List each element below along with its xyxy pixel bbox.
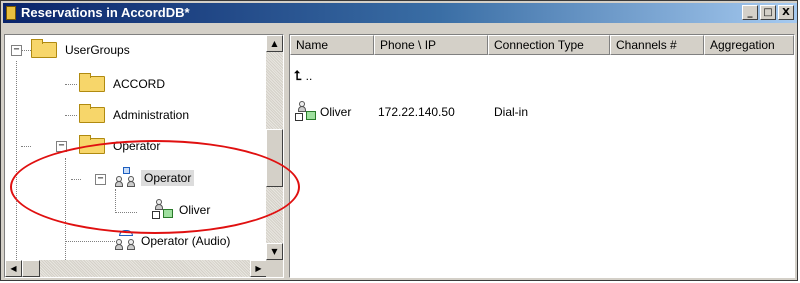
tree-line [65, 241, 115, 242]
maximize-button[interactable]: □ [760, 5, 776, 20]
tree-vertical-scrollbar[interactable]: ▲ ▼ [266, 35, 283, 260]
scroll-right-arrow-icon[interactable]: ▶ [250, 260, 267, 277]
scroll-corner [266, 260, 283, 277]
scroll-left-arrow-icon[interactable]: ◀ [5, 260, 22, 277]
collapse-toggle[interactable]: − [95, 174, 106, 185]
tree-line [71, 179, 81, 180]
column-header-phone-ip[interactable]: Phone \ IP [374, 35, 488, 55]
tree-horizontal-scrollbar[interactable]: ◀ ▶ [5, 260, 267, 277]
tree-item-label: Operator (Audio) [141, 234, 231, 248]
column-header-aggregation[interactable]: Aggregation [704, 35, 794, 55]
minimize-button[interactable]: _ [742, 5, 758, 20]
tree-item-operator-folder[interactable]: Operator [79, 135, 161, 156]
participant-icon [151, 199, 177, 221]
tree-pane[interactable]: − UserGroups ACCORD Administration − Ope… [4, 34, 284, 278]
tree-item-administration[interactable]: Administration [79, 104, 190, 125]
tree-line [65, 115, 77, 116]
window-title: Reservations in AccordDB* [21, 5, 190, 20]
scroll-down-arrow-icon[interactable]: ▼ [266, 243, 283, 260]
tree-item-accord[interactable]: ACCORD [79, 73, 166, 94]
collapse-toggle[interactable]: − [56, 141, 67, 152]
table-row[interactable]: Oliver 172.22.140.50 Dial-in [294, 101, 614, 123]
list-item-label: .. [305, 69, 313, 83]
tree-line [21, 146, 31, 147]
tree-item-label: Operator [141, 170, 195, 186]
tree-line [16, 61, 17, 276]
up-folder-icon: ⮤ [294, 68, 302, 84]
tree-item-label: ACCORD [113, 77, 166, 91]
tree-item-oliver[interactable]: Oliver [151, 199, 211, 221]
tree-item-label: UserGroups [65, 43, 130, 57]
cell-connection-type: Dial-in [494, 105, 529, 119]
participant-icon [294, 101, 318, 123]
tree-line [115, 189, 116, 213]
folder-icon [79, 73, 105, 92]
list-header: Name Phone \ IP Connection Type Channels… [290, 35, 794, 55]
tree-item-operator-group[interactable]: Operator [113, 167, 195, 189]
column-header-connection-type[interactable]: Connection Type [488, 35, 610, 55]
folder-icon [79, 135, 105, 154]
collapse-toggle[interactable]: − [11, 45, 22, 56]
column-header-channels[interactable]: Channels # [610, 35, 704, 55]
tree-line [65, 158, 66, 276]
tree-line [65, 84, 77, 85]
tree-line [21, 50, 31, 51]
scroll-up-arrow-icon[interactable]: ▲ [266, 35, 283, 52]
cell-phone-ip: 172.22.140.50 [378, 105, 455, 119]
audio-operator-icon [113, 230, 139, 252]
folder-icon [31, 39, 57, 58]
cell-name: Oliver [320, 105, 352, 119]
reservations-list[interactable]: Name Phone \ IP Connection Type Channels… [289, 34, 795, 278]
title-bar[interactable]: Reservations in AccordDB* _ □ X [3, 3, 797, 23]
column-header-name[interactable]: Name [290, 35, 374, 55]
database-icon [6, 6, 16, 20]
tree-item-label: Oliver [179, 203, 211, 217]
tree-line [115, 212, 137, 213]
scroll-thumb[interactable] [22, 260, 40, 277]
scroll-thumb[interactable] [266, 129, 283, 187]
tree-item-operator-audio[interactable]: Operator (Audio) [113, 230, 231, 252]
tree-item-usergroups[interactable]: UserGroups [31, 39, 130, 60]
list-item-up[interactable]: ⮤ .. [294, 65, 312, 87]
tree-item-label: Operator [113, 139, 161, 153]
tree-item-label: Administration [113, 108, 190, 122]
folder-icon [79, 104, 105, 123]
operator-group-icon [113, 167, 139, 189]
close-button[interactable]: X [778, 5, 794, 20]
